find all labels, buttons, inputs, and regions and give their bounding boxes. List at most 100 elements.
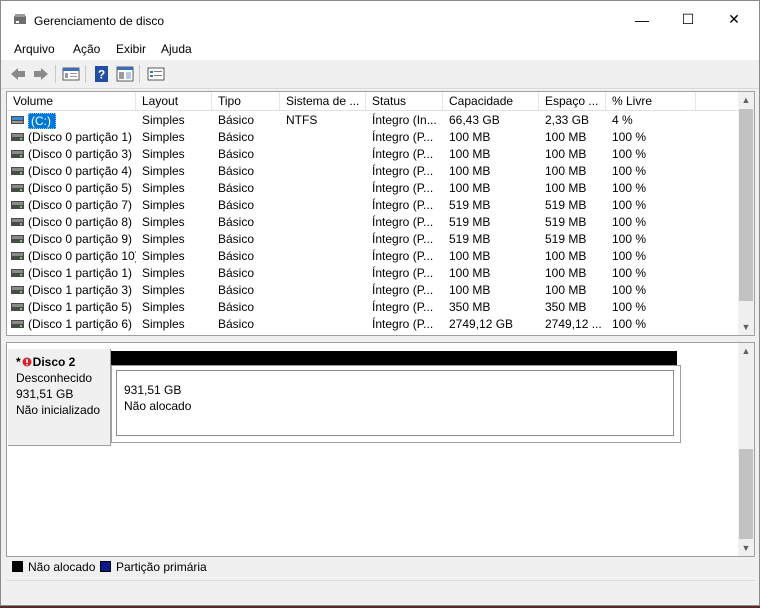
error-icon bbox=[22, 357, 32, 367]
cell-pct: 100 % bbox=[612, 232, 647, 246]
scroll-down-arrow-icon[interactable]: ▼ bbox=[738, 540, 754, 556]
table-row[interactable]: (Disco 1 partição 1) Simples Básico Íntegro… bbox=[7, 265, 740, 282]
cell-tipo: Básico bbox=[218, 232, 255, 246]
column-header-layout[interactable]: Layout bbox=[136, 92, 212, 110]
cell-tipo: Básico bbox=[218, 164, 255, 178]
maximize-button[interactable]: ☐ bbox=[665, 1, 711, 38]
volume-list-scrollbar[interactable]: ▲ ▼ bbox=[738, 92, 754, 335]
menu-exibir[interactable]: Exibir bbox=[116, 42, 146, 56]
toolbar-separator bbox=[85, 65, 86, 83]
arrow-left-icon[interactable] bbox=[9, 65, 27, 83]
cell-volume: (Disco 0 partição 7) bbox=[28, 198, 133, 212]
menu-acao[interactable]: Ação bbox=[73, 42, 100, 56]
cell-cap: 100 MB bbox=[449, 249, 491, 263]
window-title: Gerenciamento de disco bbox=[34, 14, 165, 28]
disk-name: Disco 2 bbox=[32, 355, 76, 369]
scroll-up-arrow-icon[interactable]: ▲ bbox=[738, 92, 754, 108]
column-header-tipo[interactable]: Tipo bbox=[212, 92, 280, 110]
cell-tipo: Básico bbox=[218, 130, 255, 144]
cell-tipo: Básico bbox=[218, 147, 255, 161]
table-row[interactable]: (C:) Simples Básico NTFS Íntegro (In... 66,43… bbox=[7, 112, 740, 129]
cell-layout: Simples bbox=[142, 164, 185, 178]
column-header-capacidade[interactable]: Capacidade bbox=[443, 92, 539, 110]
svg-text:?: ? bbox=[98, 68, 105, 82]
table-row[interactable]: (Disco 1 partição 5) Simples Básico Íntegro… bbox=[7, 299, 740, 316]
cell-cap: 100 MB bbox=[449, 147, 491, 161]
scroll-down-arrow-icon[interactable]: ▼ bbox=[738, 319, 754, 335]
table-row[interactable]: (Disco 1 partição 3) Simples Básico Íntegro… bbox=[7, 282, 740, 299]
column-header-livre[interactable]: % Livre bbox=[606, 92, 696, 110]
console-tree-icon[interactable] bbox=[62, 65, 80, 83]
cell-fs bbox=[286, 299, 366, 316]
close-button[interactable]: ✕ bbox=[711, 1, 757, 38]
partition-size: 931,51 GB bbox=[124, 383, 182, 397]
minimize-button[interactable]: — bbox=[619, 1, 665, 38]
scroll-up-arrow-icon[interactable]: ▲ bbox=[738, 343, 754, 359]
table-row[interactable]: (Disco 0 partição 4) Simples Básico Íntegro… bbox=[7, 163, 740, 180]
cell-free: 2,33 GB bbox=[545, 113, 590, 127]
settings-icon[interactable] bbox=[147, 65, 165, 83]
cell-layout: Simples bbox=[142, 198, 185, 212]
menu-arquivo[interactable]: Arquivo bbox=[14, 42, 55, 56]
cell-fs bbox=[286, 129, 366, 146]
cell-free: 100 MB bbox=[545, 266, 587, 280]
volume-drive-icon bbox=[11, 184, 24, 192]
cell-cap: 66,43 GB bbox=[449, 113, 500, 127]
column-header-status[interactable]: Status bbox=[366, 92, 443, 110]
cell-fs bbox=[286, 231, 366, 248]
title-bar[interactable]: Gerenciamento de disco — ☐ ✕ bbox=[1, 1, 759, 38]
table-row[interactable]: (Disco 0 partição 8) Simples Básico Íntegro… bbox=[7, 214, 740, 231]
legend-swatch-primary bbox=[100, 561, 111, 572]
cell-free: 350 MB bbox=[545, 300, 587, 314]
properties-icon[interactable] bbox=[116, 65, 134, 83]
cell-fs bbox=[286, 180, 366, 197]
table-row[interactable]: (Disco 0 partição 1) Simples Básico Íntegro… bbox=[7, 129, 740, 146]
volume-list: Volume Layout Tipo Sistema de ... Status… bbox=[6, 91, 755, 336]
table-row[interactable]: (Disco 0 partição 7) Simples Básico Íntegro… bbox=[7, 197, 740, 214]
partition-label: Não alocado bbox=[124, 399, 192, 413]
cell-pct: 100 % bbox=[612, 198, 647, 212]
unallocated-region[interactable]: 931,51 GB Não alocado bbox=[111, 365, 681, 443]
cell-status: Íntegro (P... bbox=[372, 317, 434, 331]
scrollbar-thumb[interactable] bbox=[739, 109, 753, 301]
cell-tipo: Básico bbox=[218, 283, 255, 297]
column-header-sistema[interactable]: Sistema de ... bbox=[280, 92, 366, 110]
scrollbar-thumb[interactable] bbox=[739, 449, 753, 539]
cell-free: 100 MB bbox=[545, 249, 587, 263]
cell-cap: 350 MB bbox=[449, 300, 491, 314]
cell-layout: Simples bbox=[142, 215, 185, 229]
cell-status: Íntegro (P... bbox=[372, 300, 434, 314]
cell-status: Íntegro (P... bbox=[372, 266, 434, 280]
column-header-volume[interactable]: Volume bbox=[7, 92, 136, 110]
cell-fs bbox=[286, 282, 366, 299]
table-row[interactable]: (Disco 1 partição 6) Simples Básico Íntegro… bbox=[7, 316, 740, 333]
unallocated-bar bbox=[111, 351, 677, 365]
cell-fs bbox=[286, 265, 366, 282]
table-row[interactable]: (Disco 0 partição 5) Simples Básico Íntegro… bbox=[7, 180, 740, 197]
cell-pct: 100 % bbox=[612, 317, 647, 331]
disk-view-scrollbar[interactable]: ▲ ▼ bbox=[738, 343, 754, 556]
cell-volume: (Disco 1 partição 3) bbox=[28, 283, 133, 297]
help-icon[interactable]: ? bbox=[93, 65, 111, 83]
table-row[interactable]: (Disco 0 partição 3) Simples Básico Íntegro… bbox=[7, 146, 740, 163]
column-header-espaco[interactable]: Espaço ... bbox=[539, 92, 606, 110]
cell-free: 100 MB bbox=[545, 147, 587, 161]
table-row[interactable]: (Disco 0 partição 10) Simples Básico Íntegr… bbox=[7, 248, 740, 265]
cell-layout: Simples bbox=[142, 283, 185, 297]
disk-graphic-view: * Disco 2 Desconhecido 931,51 GB Não inic… bbox=[6, 342, 755, 557]
cell-cap: 519 MB bbox=[449, 215, 491, 229]
cell-fs bbox=[286, 163, 366, 180]
cell-pct: 4 % bbox=[612, 113, 633, 127]
cell-cap: 100 MB bbox=[449, 130, 491, 144]
disk-2-info[interactable]: * Disco 2 Desconhecido 931,51 GB Não inic… bbox=[8, 349, 111, 446]
cell-volume: (Disco 0 partição 3) bbox=[28, 147, 133, 161]
cell-pct: 100 % bbox=[612, 147, 647, 161]
cell-status: Íntegro (P... bbox=[372, 249, 434, 263]
table-row[interactable]: (Disco 0 partição 9) Simples Básico Íntegro… bbox=[7, 231, 740, 248]
cell-status: Íntegro (P... bbox=[372, 215, 434, 229]
volume-drive-icon bbox=[11, 167, 24, 175]
arrow-right-icon[interactable] bbox=[32, 65, 50, 83]
menu-ajuda[interactable]: Ajuda bbox=[161, 42, 192, 56]
cell-status: Íntegro (In... bbox=[372, 113, 437, 127]
cell-free: 519 MB bbox=[545, 198, 587, 212]
